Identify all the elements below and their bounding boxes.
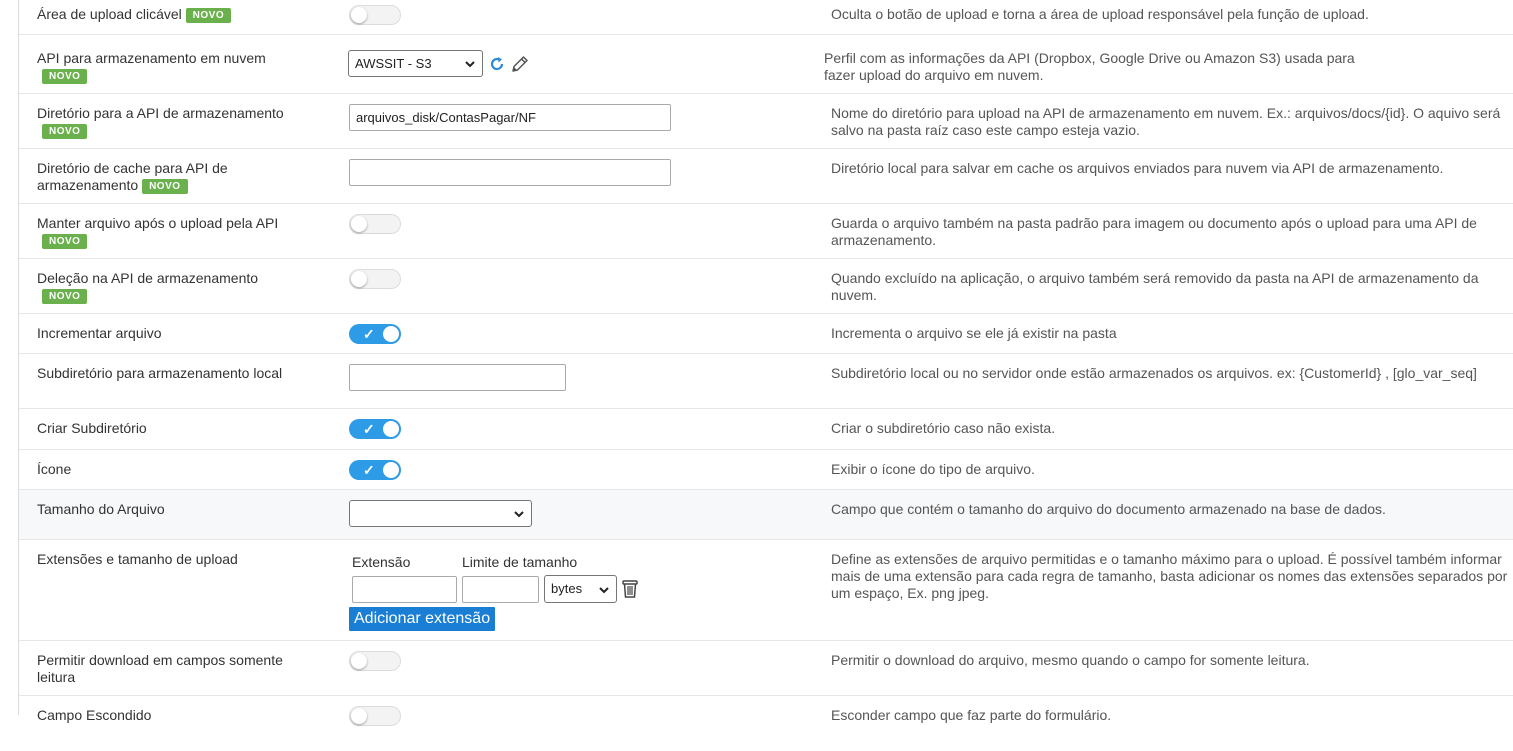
setting-row-increment-file: Incrementar arquivo ✓ Incrementa o arqui…: [19, 314, 1513, 354]
setting-row-cache-directory: Diretório de cache para API de armazenam…: [19, 149, 1513, 204]
file-size-select[interactable]: [349, 500, 532, 527]
setting-row-upload-extensions: Extensões e tamanho de upload Extensão L…: [19, 540, 1513, 641]
setting-label: Deleção na API de armazenamento: [37, 270, 259, 286]
setting-description: Oculta o botão de upload e torna a área …: [831, 6, 1369, 22]
deletion-api-toggle[interactable]: [349, 269, 401, 289]
extension-label: Extensão: [352, 554, 411, 570]
setting-description-line-2: fazer upload do arquivo em nuvem.: [824, 67, 1044, 83]
setting-description-line-1: Perfil com as informações da API (Dropbo…: [824, 50, 1355, 66]
setting-label: Ícone: [37, 461, 72, 477]
setting-label: Manter arquivo após o upload pela API: [37, 215, 279, 231]
new-badge: NOVO: [42, 69, 88, 84]
setting-label: Incrementar arquivo: [37, 325, 162, 341]
chevron-down-icon: [514, 511, 524, 518]
setting-row-hidden-field: Campo Escondido Esconder campo que faz p…: [19, 696, 1513, 751]
setting-description: Incrementa o arquivo se ele já existir n…: [831, 325, 1117, 341]
setting-label: Diretório para a API de armazenamento: [37, 105, 284, 121]
setting-label: Área de upload clicável: [37, 6, 182, 22]
setting-label: Campo Escondido: [37, 707, 152, 723]
setting-description: Quando excluído na aplicação, o arquivo …: [831, 270, 1479, 303]
download-readonly-toggle[interactable]: [349, 651, 401, 671]
cloud-api-select[interactable]: AWSSIT - S3: [348, 50, 483, 77]
hidden-field-toggle[interactable]: [349, 706, 401, 726]
setting-row-keep-file-after-upload: Manter arquivo após o upload pela API NO…: [19, 204, 1513, 259]
extension-input[interactable]: [352, 576, 457, 603]
new-badge: NOVO: [42, 289, 88, 304]
setting-label: Diretório de cache para API de armazenam…: [37, 160, 228, 193]
new-badge: NOVO: [42, 124, 88, 139]
setting-row-storage-api-directory: Diretório para a API de armazenamento NO…: [19, 94, 1513, 149]
setting-row-download-readonly: Permitir download em campos somente leit…: [19, 641, 1513, 696]
setting-description: Permitir o download do arquivo, mesmo qu…: [831, 652, 1310, 668]
select-value: AWSSIT - S3: [355, 56, 432, 71]
setting-description: Define as extensões de arquivo permitida…: [831, 551, 1508, 601]
add-extension-button[interactable]: Adicionar extensão: [349, 607, 496, 631]
setting-description: Esconder campo que faz parte do formulár…: [831, 707, 1112, 723]
setting-description: Guarda o arquivo também na pasta padrão …: [831, 215, 1477, 248]
cache-directory-input[interactable]: [349, 159, 671, 186]
setting-description: Diretório local para salvar em cache os …: [831, 160, 1444, 176]
setting-row-cloud-storage-api: API para armazenamento em nuvem NOVO AWS…: [19, 35, 1513, 94]
chevron-down-icon: [599, 587, 609, 594]
setting-row-local-subdirectory: Subdiretório para armazenamento local Su…: [19, 354, 1513, 409]
size-unit-select[interactable]: bytes: [544, 575, 617, 603]
keep-file-toggle[interactable]: [349, 214, 401, 234]
clickable-upload-area-toggle[interactable]: [349, 5, 401, 25]
setting-label: Extensões e tamanho de upload: [37, 551, 238, 567]
setting-description: Subdiretório local ou no servidor onde e…: [831, 365, 1477, 381]
setting-description: Campo que contém o tamanho do arquivo do…: [831, 501, 1386, 517]
select-value: bytes: [551, 581, 583, 596]
setting-label: Permitir download em campos somente leit…: [37, 652, 283, 685]
check-icon: ✓: [363, 462, 375, 478]
setting-row-deletion-storage-api: Deleção na API de armazenamento NOVO Qua…: [19, 259, 1513, 314]
setting-row-icon: Ícone ✓ Exibir o ícone do tipo de arquiv…: [19, 450, 1513, 490]
setting-label: Tamanho do Arquivo: [37, 501, 165, 517]
setting-label: Criar Subdiretório: [37, 420, 147, 436]
new-badge: NOVO: [142, 179, 188, 194]
setting-description: Nome do diretório para upload na API de …: [831, 105, 1501, 138]
create-subdirectory-toggle[interactable]: ✓: [349, 419, 401, 439]
size-limit-label: Limite de tamanho: [462, 554, 578, 570]
trash-icon[interactable]: [622, 579, 638, 599]
setting-row-create-subdirectory: Criar Subdiretório ✓ Criar o subdiretóri…: [19, 409, 1513, 450]
setting-row-clickable-upload-area: Área de upload clicável NOVO Oculta o bo…: [19, 0, 1513, 35]
chevron-down-icon: [465, 61, 475, 68]
storage-api-directory-input[interactable]: arquivos_disk/ContasPagar/NF: [349, 104, 671, 131]
increment-file-toggle[interactable]: ✓: [349, 324, 401, 344]
pencil-icon[interactable]: [510, 54, 530, 74]
setting-description: Criar o subdiretório caso não exista.: [831, 420, 1056, 436]
setting-row-file-size: Tamanho do Arquivo Campo que contém o ta…: [19, 490, 1513, 540]
new-badge: NOVO: [185, 8, 232, 23]
refresh-icon[interactable]: [489, 56, 505, 72]
local-subdirectory-input[interactable]: [349, 364, 566, 391]
size-limit-input[interactable]: [462, 576, 539, 603]
setting-description: Exibir o ícone do tipo de arquivo.: [831, 461, 1035, 477]
new-badge: NOVO: [42, 234, 88, 249]
setting-label: API para armazenamento em nuvem: [37, 50, 266, 66]
icon-toggle[interactable]: ✓: [349, 460, 401, 480]
setting-label: Subdiretório para armazenamento local: [37, 365, 283, 381]
settings-list: Área de upload clicável NOVO Oculta o bo…: [19, 0, 1513, 751]
check-icon: ✓: [363, 421, 375, 437]
check-icon: ✓: [363, 326, 375, 342]
